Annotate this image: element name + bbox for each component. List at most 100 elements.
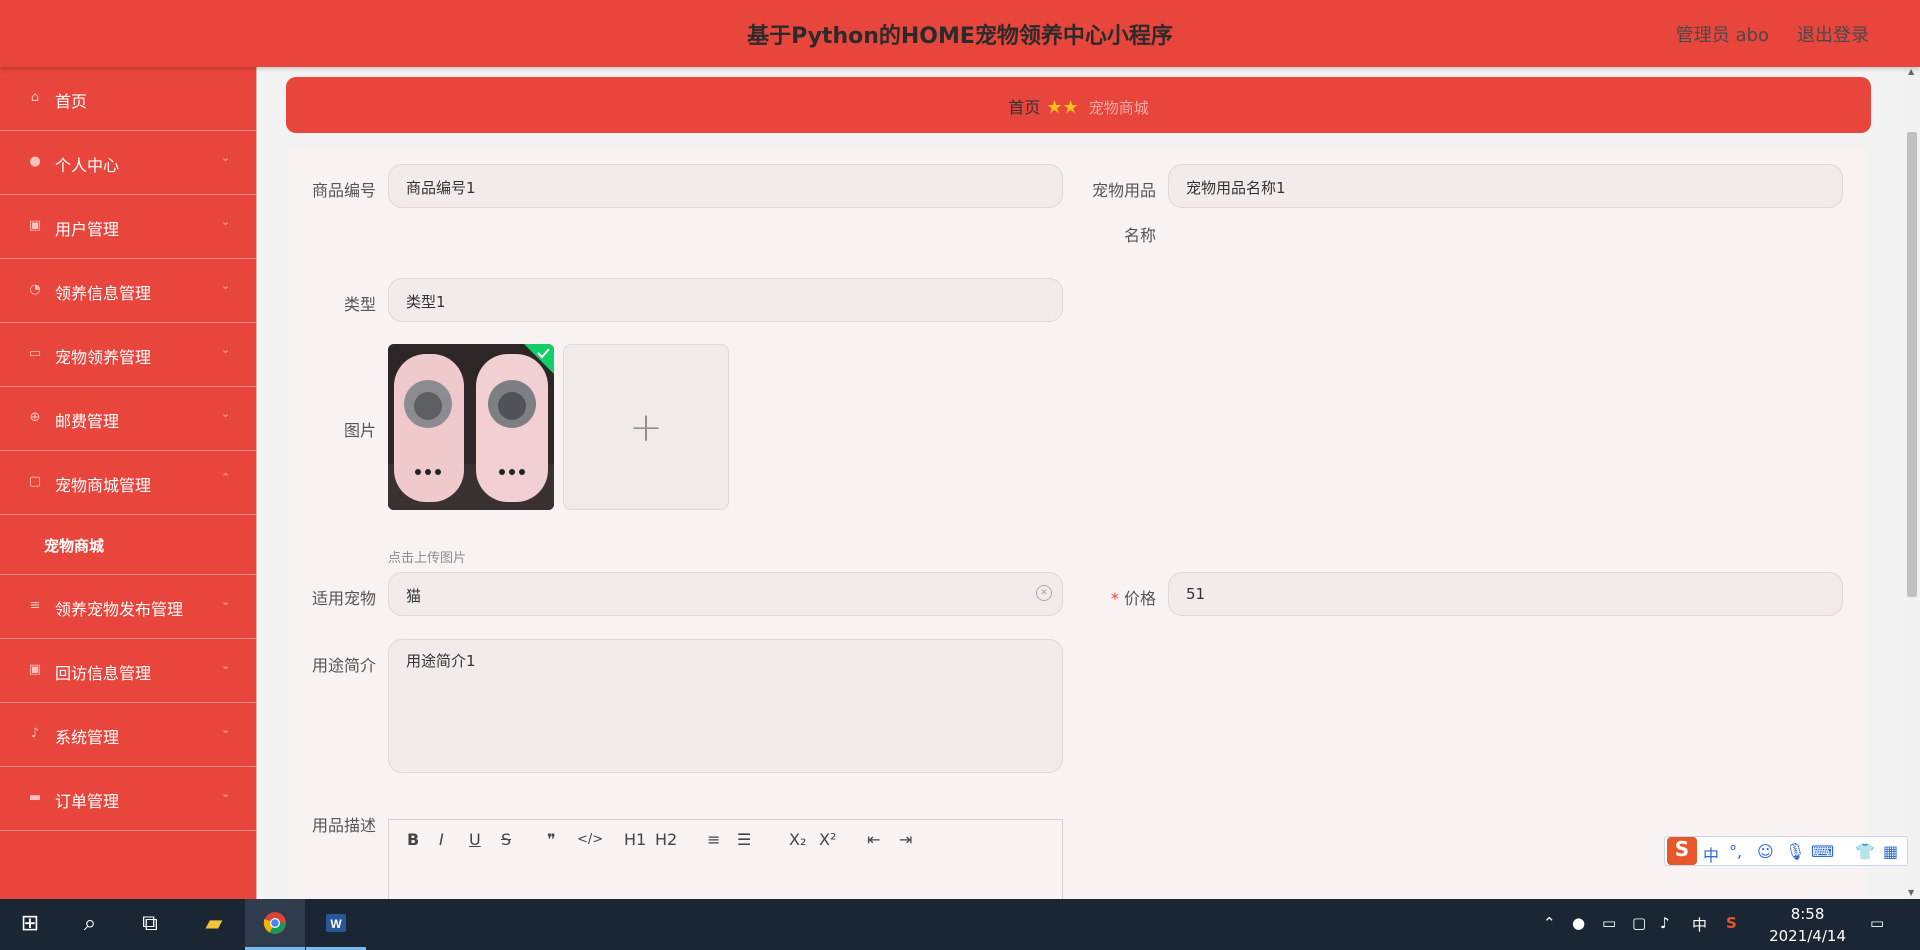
notification-icon[interactable]: ▭: [1870, 914, 1884, 932]
h1-button[interactable]: H1: [624, 830, 646, 849]
sidebar-item-label: 邮费管理: [55, 412, 120, 431]
sogou-logo-icon[interactable]: S: [1667, 837, 1697, 865]
sidebar-item-label: 宠物商城管理: [55, 476, 152, 495]
outdent-button[interactable]: ⇤: [867, 830, 880, 849]
suitable-pet-select[interactable]: 猫 ✕: [388, 572, 1063, 616]
sidebar-item-user-management[interactable]: ▣ 用户管理 ⌄: [0, 195, 256, 259]
top-header: 基于Python的HOME宠物领养中心小程序 管理员 abo 退出登录: [0, 0, 1920, 67]
clipboard-icon: ▣: [28, 662, 42, 677]
microphone-icon[interactable]: 🎙: [1785, 842, 1805, 861]
chevron-down-icon: ⌄: [221, 595, 231, 608]
sidebar-item-orders[interactable]: ▬ 订单管理 ⌄: [0, 767, 256, 831]
price-input[interactable]: 51: [1168, 572, 1843, 616]
sidebar-item-system[interactable]: ♪ 系统管理 ⌄: [0, 703, 256, 767]
blockquote-button[interactable]: ❞: [547, 830, 556, 849]
scrollbar-thumb[interactable]: [1907, 132, 1917, 597]
clock-time: 8:58: [1790, 905, 1825, 923]
sidebar-subitem-pet-mall[interactable]: 宠物商城: [0, 515, 256, 575]
file-explorer-button[interactable]: ▰: [184, 899, 244, 950]
price-label: * 价格: [1068, 585, 1156, 609]
description-label: 用品描述: [311, 816, 376, 835]
sidebar-item-label: 宠物领养管理: [55, 348, 152, 367]
upload-hint: 点击上传图片: [388, 551, 467, 566]
ordered-list-button[interactable]: ≡: [707, 830, 720, 849]
battery-icon[interactable]: ▭: [1602, 914, 1616, 932]
toolbox-icon[interactable]: ▦: [1883, 842, 1898, 861]
superscript-button[interactable]: X²: [819, 830, 836, 849]
volume-icon[interactable]: ♪: [1660, 914, 1670, 932]
search-button[interactable]: ⌕: [60, 899, 120, 950]
sidebar-item-pet-adoption[interactable]: ▭ 宠物领养管理 ⌄: [0, 323, 256, 387]
sidebar-item-follow-up[interactable]: ▣ 回访信息管理 ⌄: [0, 639, 256, 703]
sidebar-item-label: 系统管理: [55, 728, 120, 747]
admin-user-label: 管理员 abo: [1675, 25, 1769, 46]
scroll-down-icon[interactable]: ▼: [1908, 888, 1914, 897]
price-label-text: 价格: [1123, 589, 1156, 608]
uploaded-image-thumbnail[interactable]: [388, 344, 554, 510]
bullet-list-button[interactable]: ☰: [737, 830, 751, 849]
chevron-down-icon: ⌄: [221, 151, 231, 164]
type-input[interactable]: 类型1: [388, 278, 1063, 322]
chrome-logo: [263, 912, 286, 934]
sidebar-item-label: 用户管理: [55, 220, 120, 239]
word-button[interactable]: W: [306, 899, 366, 950]
sidebar-item-label: 订单管理: [55, 792, 120, 811]
list-icon: ≡: [29, 598, 41, 613]
code-button[interactable]: </>: [577, 832, 603, 847]
image-label: 图片: [343, 421, 376, 440]
word-logo: W: [326, 914, 346, 932]
ime-punctuation[interactable]: °,: [1729, 842, 1742, 861]
clipboard-icon: ▣: [28, 218, 42, 233]
rich-text-editor[interactable]: B I U S ❞ </> H1 H2 ≡ ☰ X₂ X² ⇤ ⇥: [388, 819, 1063, 907]
skin-icon[interactable]: 👕: [1855, 842, 1875, 861]
strike-button[interactable]: S: [501, 830, 511, 849]
keyboard-icon[interactable]: ⌨: [1811, 842, 1834, 861]
emoji-icon[interactable]: ☺: [1757, 842, 1774, 861]
indent-button[interactable]: ⇥: [899, 830, 912, 849]
italic-button[interactable]: I: [439, 830, 444, 849]
tray-expand-icon[interactable]: ⌃: [1543, 914, 1556, 932]
sidebar-item-publish[interactable]: ≡ 领养宠物发布管理 ⌄: [0, 575, 256, 639]
clear-icon[interactable]: ✕: [1036, 585, 1052, 601]
suitable-pet-value: 猫: [406, 587, 422, 605]
product-name-input[interactable]: 宠物用品名称1: [1168, 164, 1843, 208]
task-view-button[interactable]: ⧉: [120, 899, 180, 950]
chevron-down-icon: ⌄: [221, 407, 231, 420]
chevron-up-icon: ⌃: [221, 471, 231, 484]
bold-button[interactable]: B: [407, 830, 419, 849]
product-name-label: 宠物用品: [1091, 181, 1156, 200]
sidebar-item-home[interactable]: ⌂ 首页: [0, 67, 256, 131]
sidebar-item-pet-mall[interactable]: ▢ 宠物商城管理 ⌃: [0, 451, 256, 515]
chevron-down-icon: ⌄: [221, 279, 231, 292]
folder-icon: ▰: [205, 911, 223, 936]
chevron-down-icon: ⌄: [221, 659, 231, 672]
h2-button[interactable]: H2: [655, 830, 677, 849]
underline-button[interactable]: U: [469, 830, 481, 849]
usage-textarea[interactable]: 用途简介1: [388, 639, 1063, 773]
subscript-button[interactable]: X₂: [789, 830, 806, 849]
system-clock[interactable]: 8:58 2021/4/14: [1769, 903, 1846, 947]
scroll-up-icon[interactable]: ▲: [1908, 67, 1914, 76]
sidebar-subitem-label: 宠物商城: [44, 537, 105, 555]
ime-mode-chinese[interactable]: 中: [1703, 842, 1719, 866]
product-no-input[interactable]: 商品编号1: [388, 164, 1063, 208]
sidebar-item-personal-center[interactable]: ● 个人中心 ⌄: [0, 131, 256, 195]
network-icon[interactable]: ▢: [1632, 914, 1646, 932]
qq-icon[interactable]: ●: [1572, 914, 1585, 932]
breadcrumb-home[interactable]: 首页: [1008, 98, 1040, 117]
svg-text:W: W: [330, 917, 342, 931]
chrome-button[interactable]: [245, 899, 305, 950]
logout-link[interactable]: 退出登录: [1797, 21, 1869, 47]
sogou-tray-icon[interactable]: S: [1726, 914, 1737, 932]
input-language[interactable]: 中: [1692, 914, 1707, 935]
image-upload-button[interactable]: +: [563, 344, 729, 510]
app-title: 基于Python的HOME宠物领养中心小程序: [747, 24, 1173, 49]
page-scrollbar[interactable]: ▲ ▼: [1904, 67, 1920, 899]
sidebar-item-label: 领养信息管理: [55, 284, 152, 303]
product-form: 商品编号 商品编号1 宠物用品 名称 宠物用品名称1 类型 类型1 图片 + 点…: [288, 147, 1868, 907]
sidebar-item-postage[interactable]: ⊕ 邮费管理 ⌄: [0, 387, 256, 451]
chevron-down-icon: ⌄: [221, 215, 231, 228]
start-button[interactable]: ⊞: [0, 899, 60, 950]
required-mark: *: [1110, 589, 1119, 608]
sidebar-item-adoption-info[interactable]: ◔ 领养信息管理 ⌄: [0, 259, 256, 323]
